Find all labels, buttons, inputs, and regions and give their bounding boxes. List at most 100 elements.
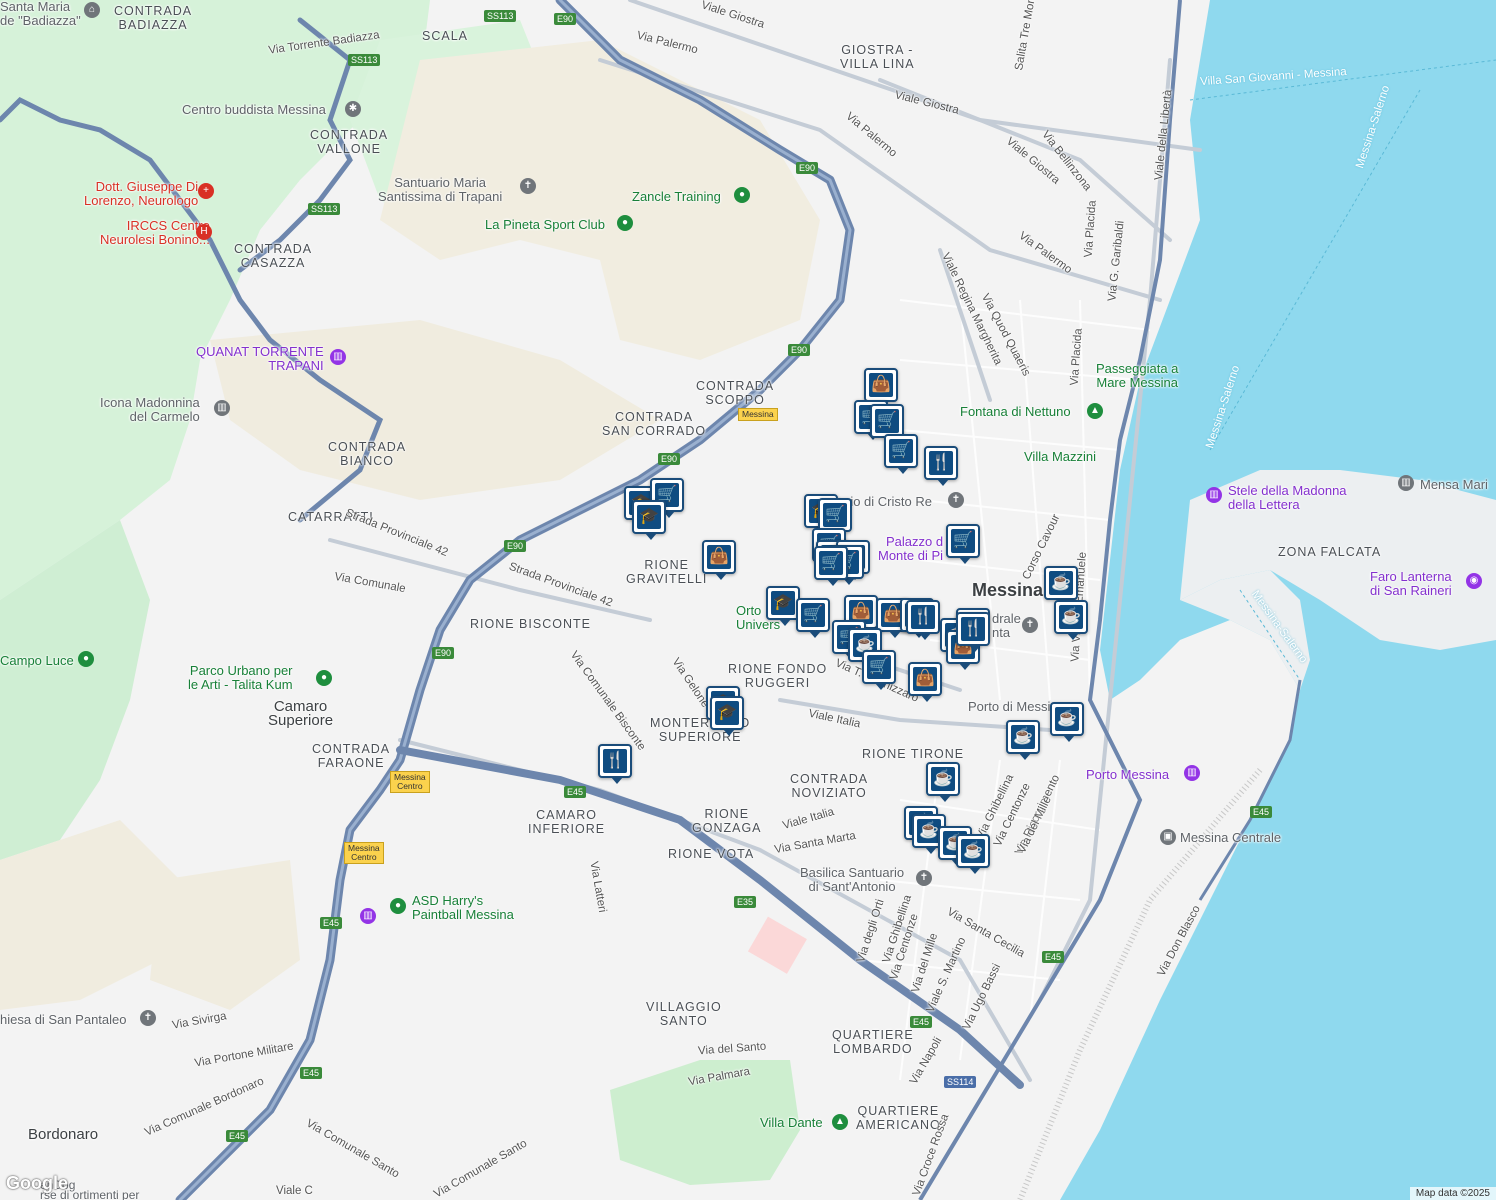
map-marker-coffee[interactable]: ☕ <box>1054 600 1088 640</box>
street-label: Viale C <box>276 1185 313 1197</box>
poi-label[interactable]: Villa Mazzini <box>1024 450 1096 464</box>
poi-label[interactable]: Villa Dante <box>760 1116 823 1130</box>
poi-label[interactable]: Palazzo d Monte di Pi <box>878 535 943 563</box>
poi-label[interactable]: Zancle Training <box>632 190 721 204</box>
map-marker-restaurant[interactable]: 🍴 <box>906 600 940 640</box>
road-shield: SS113 <box>308 203 341 215</box>
area-label-contrada-badiazza: CONTRADA BADIAZZA <box>114 4 193 32</box>
station-label[interactable]: Messina Centro <box>344 842 384 864</box>
church-icon: ✝ <box>916 870 932 886</box>
poi-label[interactable]: Santuario Maria Santissima di Trapani <box>378 176 502 204</box>
poi-label[interactable]: Mensa Mari <box>1420 478 1488 492</box>
map-marker-coffee[interactable]: ☕ <box>926 762 960 802</box>
map-marker-cart[interactable]: 🛒 <box>870 404 904 444</box>
area-label-contrada-faraone: CONTRADA FARAONE <box>312 742 391 770</box>
poi-label[interactable]: QUANAT TORRENTE TRAPANI <box>196 345 324 373</box>
map-marker-shopping-bag[interactable]: 👜 <box>864 368 898 408</box>
map-marker-coffee[interactable]: ☕ <box>1044 566 1078 606</box>
coffee-icon: ☕ <box>1055 707 1079 731</box>
map-marker-school[interactable]: 🎓 <box>766 586 800 626</box>
map-attribution[interactable]: Map data ©2025 <box>1409 1187 1496 1200</box>
map-marker-restaurant[interactable]: 🍴 <box>956 612 990 652</box>
map-marker-cart[interactable]: 🛒 <box>796 598 830 638</box>
map-marker-coffee[interactable]: ☕ <box>1006 720 1040 760</box>
poi-label[interactable]: Messina Centrale <box>1180 831 1281 845</box>
hospital-icon: H <box>196 224 212 240</box>
map-marker-shopping-bag[interactable]: 👜 <box>908 662 942 702</box>
road-shield: E45 <box>1042 951 1065 963</box>
restaurant-icon: 🍴 <box>929 451 953 475</box>
poi-label[interactable]: Porto Messina <box>1086 768 1169 782</box>
poi-label[interactable]: Dott. Giuseppe Di Lorenzo, Neurologo <box>84 180 198 208</box>
cart-icon: 🛒 <box>801 603 825 627</box>
poi-label[interactable]: ASD Harry's Paintball Messina <box>412 894 514 922</box>
cart-icon: 🛒 <box>889 439 913 463</box>
map-marker-school[interactable]: 🎓 <box>632 500 666 540</box>
poi-label[interactable]: Passeggiata a Mare Messina <box>1096 362 1178 390</box>
road-shield: E45 <box>564 786 587 798</box>
map-marker-cart[interactable]: 🛒 <box>862 650 896 690</box>
area-label-rione-tirone: RIONE TIRONE <box>862 747 965 761</box>
area-label-rione-gravitelli: RIONE GRAVITELLI <box>626 558 708 586</box>
park-icon: ● <box>78 651 94 667</box>
map-marker-shopping-bag[interactable]: 👜 <box>702 540 736 580</box>
road-shield: E90 <box>432 647 455 659</box>
map-marker-restaurant[interactable]: 🍴 <box>924 446 958 486</box>
poi-label[interactable]: Fontana di Nettuno <box>960 405 1071 419</box>
area-label-rione-gonzaga: RIONE GONZAGA <box>692 807 762 835</box>
area-label-quartiere-lombardo: QUARTIERE LOMBARDO <box>832 1028 914 1056</box>
road-shield: E35 <box>734 896 757 908</box>
poi-label[interactable]: hiesa di San Pantaleo <box>0 1013 126 1027</box>
poi-label[interactable]: Campo Luce <box>0 654 74 668</box>
area-label-villaggio-santo: VILLAGGIO SANTO <box>646 1000 722 1028</box>
lighthouse-icon: ◉ <box>1466 573 1482 589</box>
road-shield: SS113 <box>484 10 517 22</box>
sport-icon: ● <box>390 898 406 914</box>
station-label[interactable]: Messina Centro <box>390 771 430 793</box>
map-marker-cart[interactable]: 🛒 <box>946 524 980 564</box>
road-shield: E45 <box>226 1130 249 1142</box>
map-marker-cart[interactable]: 🛒 <box>884 434 918 474</box>
poi-label[interactable]: IRCCS Centro Neurolesi Bonino... <box>100 219 210 247</box>
poi-label[interactable]: Basilica Santuario di Sant'Antonio <box>800 866 904 894</box>
town-label-messina: Messina <box>972 580 1044 600</box>
coffee-icon: ☕ <box>1011 725 1035 749</box>
poi-label[interactable]: La Pineta Sport Club <box>485 218 605 232</box>
sport-icon: ● <box>734 187 750 203</box>
restaurant-icon: 🍴 <box>911 605 935 629</box>
area-label-giostra-villa-lina: GIOSTRA - VILLA LINA <box>840 43 915 71</box>
train-icon: ▣ <box>1160 829 1176 845</box>
map-marker-cart[interactable]: 🛒 <box>814 546 848 586</box>
poi-label[interactable]: Icona Madonnina del Carmelo <box>100 396 200 424</box>
road-shield: E45 <box>1250 806 1273 818</box>
poi-label[interactable]: Stele della Madonna della Lettera <box>1228 484 1347 512</box>
poi-label[interactable]: Porto di Messi <box>968 700 1050 714</box>
map-canvas[interactable]: CONTRADA BADIAZZA SCALA GIOSTRA - VILLA … <box>0 0 1496 1200</box>
map-marker-restaurant[interactable]: 🍴 <box>598 744 632 784</box>
area-label-contrada-noviziato: CONTRADA NOVIZIATO <box>790 772 869 800</box>
poi-label[interactable]: Parco Urbano per le Arti - Talita Kum <box>188 664 293 692</box>
map-marker-coffee[interactable]: ☕ <box>956 834 990 874</box>
poi-label[interactable]: rio di Cristo Re <box>846 495 932 509</box>
cart-icon: 🛒 <box>867 655 891 679</box>
poi-label[interactable]: drale nta <box>992 612 1021 640</box>
road-shield: E45 <box>300 1067 323 1079</box>
map-marker-coffee[interactable]: ☕ <box>1050 702 1084 742</box>
town-label-bordonaro: Bordonaro <box>28 1126 99 1143</box>
poi-label[interactable]: Faro Lanterna di San Raineri <box>1370 570 1452 598</box>
coffee-icon: ☕ <box>1049 571 1073 595</box>
road-shield: SS113 <box>348 54 381 66</box>
temple-icon: ✱ <box>345 101 361 117</box>
cart-icon: 🛒 <box>819 551 843 575</box>
coffee-icon: ☕ <box>1059 605 1083 629</box>
medical-icon: + <box>198 183 214 199</box>
poi-label[interactable]: Centro buddista Messina <box>182 103 326 117</box>
map-marker-cart[interactable]: 🛒 <box>818 498 852 538</box>
map-marker-school[interactable]: 🎓 <box>710 696 744 736</box>
poi-label[interactable]: Santa Maria de "Badiazza" <box>0 0 81 28</box>
area-label-quartiere-americano: QUARTIERE AMERICANO <box>856 1104 941 1132</box>
cart-icon: 🛒 <box>823 503 847 527</box>
station-label[interactable]: Messina <box>738 408 778 421</box>
park-icon: ▲ <box>832 1114 848 1130</box>
landmark-icon: ▥ <box>1398 475 1414 491</box>
